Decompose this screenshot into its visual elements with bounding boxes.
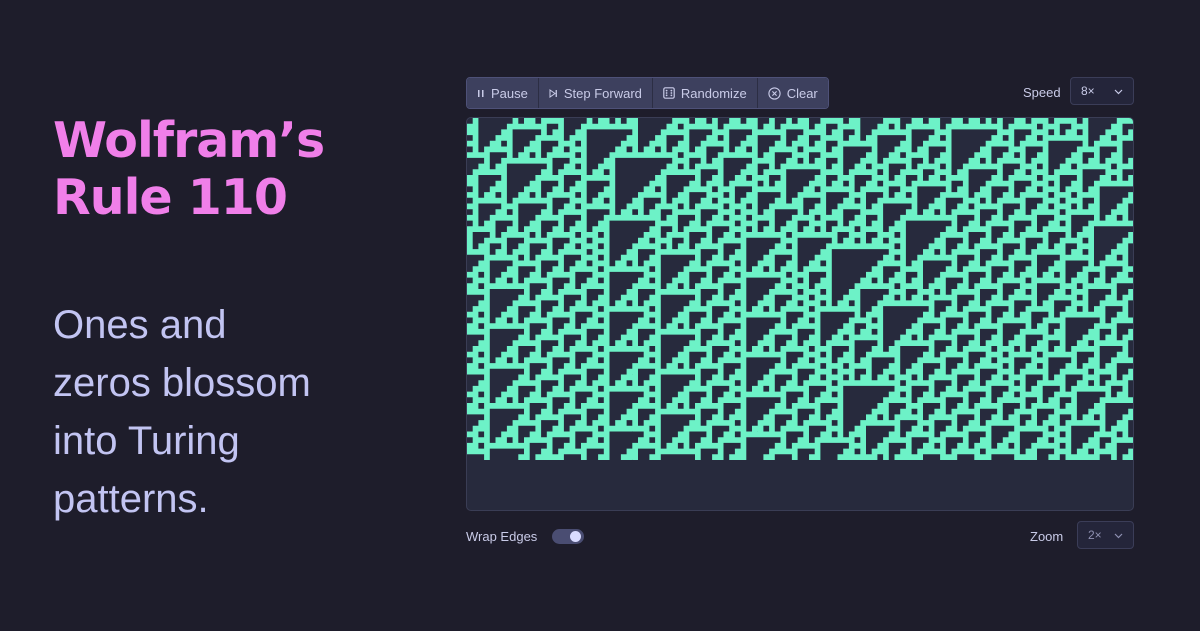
wrap-edges-toggle[interactable] — [552, 529, 584, 544]
randomize-button[interactable]: Randomize — [652, 78, 758, 108]
pause-label: Pause — [491, 85, 528, 101]
simulation-toolbar: Pause Step Forward Randomize Clear — [466, 77, 829, 109]
pause-icon — [477, 89, 485, 98]
clear-icon — [768, 86, 781, 100]
title-line-2: Rule 110 — [53, 169, 288, 226]
speed-select[interactable]: 8× — [1070, 77, 1134, 105]
zoom-value: 2× — [1088, 528, 1102, 542]
zoom-label: Zoom — [1030, 529, 1064, 544]
clear-button[interactable]: Clear — [757, 78, 828, 108]
zoom-select[interactable]: 2× — [1077, 521, 1134, 549]
pause-button[interactable]: Pause — [467, 78, 539, 108]
live-cells — [467, 118, 1133, 460]
subtitle-line-3: into Turing — [53, 419, 240, 463]
dice-icon — [663, 87, 675, 99]
subtitle-line-1: Ones and — [53, 303, 227, 347]
automaton-grid — [467, 118, 1133, 460]
subtitle-line-2: zeros blossom — [53, 361, 311, 405]
toggle-knob — [570, 531, 581, 542]
step-forward-icon — [549, 88, 558, 98]
step-forward-button[interactable]: Step Forward — [538, 78, 653, 108]
page-subtitle: Ones and zeros blossom into Turing patte… — [53, 296, 393, 528]
page-title: Wolfram’s Rule 110 — [53, 112, 413, 226]
wrap-edges-label: Wrap Edges — [466, 529, 538, 544]
chevron-down-icon — [1114, 84, 1123, 98]
randomize-label: Randomize — [680, 85, 747, 101]
clear-label: Clear — [786, 85, 818, 101]
automaton-canvas[interactable] — [466, 117, 1134, 511]
speed-value: 8× — [1081, 84, 1095, 98]
speed-label: Speed — [1023, 85, 1061, 100]
step-forward-label: Step Forward — [563, 85, 642, 101]
title-line-1: Wolfram’s — [53, 112, 325, 169]
chevron-down-icon — [1114, 528, 1123, 542]
subtitle-line-4: patterns. — [53, 477, 209, 521]
